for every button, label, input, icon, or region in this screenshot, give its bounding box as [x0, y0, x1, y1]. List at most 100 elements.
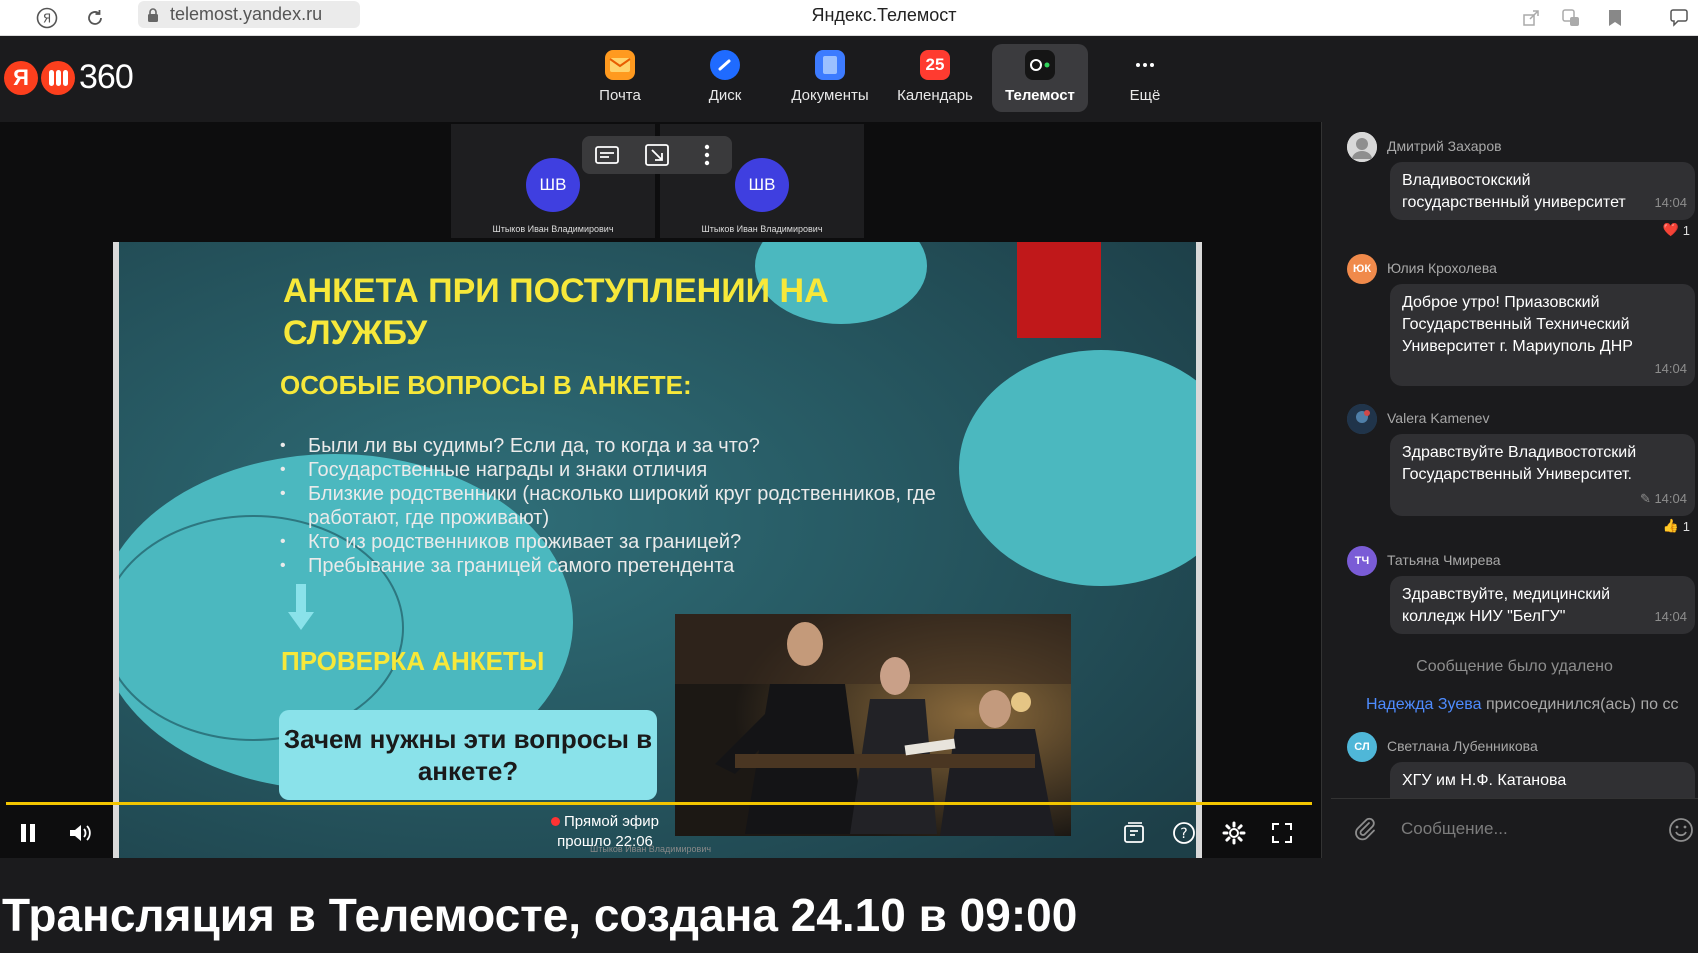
- service-label: Диск: [708, 87, 742, 104]
- slide-bullet: Были ли вы судимы? Если да, то когда и з…: [278, 434, 1018, 458]
- avatar: ТЧ: [1347, 546, 1377, 576]
- lock-icon: [148, 7, 158, 22]
- avatar: ШВ: [526, 158, 580, 212]
- edited-pencil-icon: ✎: [1639, 491, 1655, 506]
- service-mail[interactable]: Почта: [572, 44, 668, 112]
- logo-text: 360: [79, 58, 134, 96]
- playlist-icon[interactable]: [1116, 816, 1152, 850]
- service-label: Ещё: [1129, 87, 1161, 104]
- url-text: telemost.yandex.ru: [170, 4, 323, 24]
- chat-message[interactable]: Здравствуйте Владивостотский Государстве…: [1390, 434, 1695, 516]
- calendar-icon: 25: [920, 50, 950, 80]
- avatar: ЮК: [1347, 254, 1377, 284]
- presentation-slide: АНКЕТА ПРИ ПОСТУПЛЕНИИ НА СЛУЖБУ ОСОБЫЕ …: [113, 242, 1202, 858]
- slide-subtitle: ОСОБЫЕ ВОПРОСЫ В АНКЕТЕ:: [280, 370, 692, 400]
- share-icon[interactable]: [1518, 5, 1544, 31]
- service-documents[interactable]: Документы: [782, 44, 878, 112]
- participant-name: Штыков Иван Владимирович: [701, 224, 823, 234]
- chat-bubble-icon[interactable]: [1668, 5, 1694, 31]
- services-nav: Почта Диск Документы 25 Календарь Телемо…: [572, 44, 1193, 112]
- browser-bar: Я telemost.yandex.ru Яндекс.Телемост: [0, 0, 1698, 36]
- chat-message[interactable]: Здравствуйте, медицинский колледж НИУ "Б…: [1390, 576, 1695, 634]
- message-time: 14:04: [1654, 491, 1687, 506]
- address-bar[interactable]: telemost.yandex.ru: [138, 1, 360, 28]
- yandex-browser-icon[interactable]: Я: [34, 5, 60, 31]
- avatar: [1347, 404, 1377, 434]
- slide-title: АНКЕТА ПРИ ПОСТУПЛЕНИИ НА СЛУЖБУ: [283, 272, 829, 352]
- broadcast-title: Трансляция в Телемосте, создана 24.10 в …: [0, 862, 1698, 953]
- slide-bullet: Кто из родственников проживает за границ…: [278, 530, 1018, 554]
- service-label: Телемост: [1005, 87, 1075, 104]
- service-calendar[interactable]: 25 Календарь: [887, 44, 983, 112]
- emoji-icon[interactable]: [1668, 817, 1694, 843]
- service-label: Почта: [599, 87, 641, 104]
- message-author: Valera Kamenev: [1387, 410, 1490, 426]
- service-label: Календарь: [897, 87, 973, 104]
- slide-bullet: Близкие родственники (насколько широкий …: [278, 482, 1018, 530]
- message-text: Владивостокский государственный универси…: [1402, 172, 1626, 211]
- extensions-icon[interactable]: [1558, 5, 1584, 31]
- reaction-count: 1: [1682, 222, 1690, 238]
- svg-text:Я: Я: [43, 12, 51, 26]
- join-notice: Надежда Зуева присоединился(ась) по сс: [1366, 696, 1678, 714]
- app-header: Я 360 Почта Диск Документы 25 Календарь …: [0, 36, 1698, 122]
- more-vertical-icon[interactable]: [690, 140, 724, 170]
- join-user-link[interactable]: Надежда Зуева: [1366, 696, 1482, 713]
- message-author: Светлана Лубенникова: [1387, 738, 1538, 754]
- chat-message[interactable]: Владивостокский государственный универси…: [1390, 162, 1695, 220]
- presenter-caption: Штыков Иван Владимирович: [590, 844, 712, 854]
- message-time: 14:04: [1654, 195, 1687, 210]
- avatar: [1347, 132, 1377, 162]
- telemost-icon: [1025, 50, 1055, 80]
- service-telemost[interactable]: Телемост: [992, 44, 1088, 112]
- svg-text:?: ?: [1180, 826, 1187, 842]
- avatar: СЛ: [1347, 732, 1377, 762]
- avatar: ШВ: [735, 158, 789, 212]
- service-disk[interactable]: Диск: [677, 44, 773, 112]
- chat-panel: Дмитрий Захаров Владивостокский государс…: [1331, 122, 1698, 858]
- fullscreen-icon[interactable]: [1264, 816, 1300, 850]
- message-text: ХГУ им Н.Ф. Катанова: [1402, 772, 1567, 789]
- reaction-badge[interactable]: ❤️ 1: [1663, 222, 1690, 238]
- slide-check-heading: ПРОВЕРКА АНКЕТЫ: [281, 646, 545, 676]
- live-dot-icon: [551, 817, 560, 826]
- pip-icon[interactable]: [640, 140, 674, 170]
- pause-icon[interactable]: [10, 816, 46, 850]
- calendar-date: 25: [925, 55, 945, 74]
- service-more[interactable]: Ещё: [1097, 44, 1193, 112]
- message-author: Юлия Крохолева: [1387, 260, 1497, 276]
- reload-icon[interactable]: [82, 5, 108, 31]
- reaction-badge[interactable]: 👍 1: [1663, 518, 1690, 534]
- settings-gear-icon[interactable]: [1216, 816, 1252, 850]
- video-player[interactable]: ШВ Штыков Иван Владимирович ШВ Штыков Ив…: [0, 122, 1322, 858]
- volume-icon[interactable]: [62, 816, 98, 850]
- message-input[interactable]: [1401, 813, 1641, 845]
- message-author: Татьяна Чмирева: [1387, 552, 1501, 568]
- yandex-360-logo[interactable]: Я 360: [4, 58, 134, 97]
- message-text: Здравствуйте Владивостотский Государстве…: [1402, 444, 1637, 483]
- thumbs-up-icon: 👍: [1662, 518, 1679, 533]
- message-author: Дмитрий Захаров: [1387, 138, 1502, 154]
- help-icon[interactable]: ?: [1166, 816, 1202, 850]
- live-label: Прямой эфир: [564, 813, 659, 830]
- attach-paperclip-icon[interactable]: [1353, 817, 1377, 841]
- service-label: Документы: [791, 87, 869, 104]
- tile-toolbar: [582, 136, 732, 174]
- message-text: Здравствуйте, медицинский колледж НИУ "Б…: [1402, 586, 1611, 625]
- disk-icon: [710, 50, 740, 80]
- heart-icon: ❤️: [1662, 222, 1679, 237]
- mail-icon: [605, 50, 635, 80]
- progress-bar[interactable]: [6, 802, 1312, 805]
- chat-message[interactable]: Доброе утро! Приазовский Государственный…: [1390, 284, 1695, 386]
- deleted-message-note: Сообщение было удалено: [1416, 658, 1613, 675]
- reaction-count: 1: [1682, 518, 1690, 534]
- participant-name: Штыков Иван Владимирович: [492, 224, 614, 234]
- chat-input-bar: [1331, 798, 1698, 858]
- bookmark-icon[interactable]: [1602, 5, 1628, 31]
- slide-bullet: Пребывание за границей самого претендент…: [278, 554, 1018, 578]
- join-text: присоединился(ась) по сс: [1481, 696, 1679, 713]
- arrow-down-icon: [288, 584, 314, 630]
- slide-bullets: Были ли вы судимы? Если да, то когда и з…: [278, 434, 1018, 578]
- message-time: 14:04: [1654, 361, 1687, 376]
- captions-icon[interactable]: [590, 140, 624, 170]
